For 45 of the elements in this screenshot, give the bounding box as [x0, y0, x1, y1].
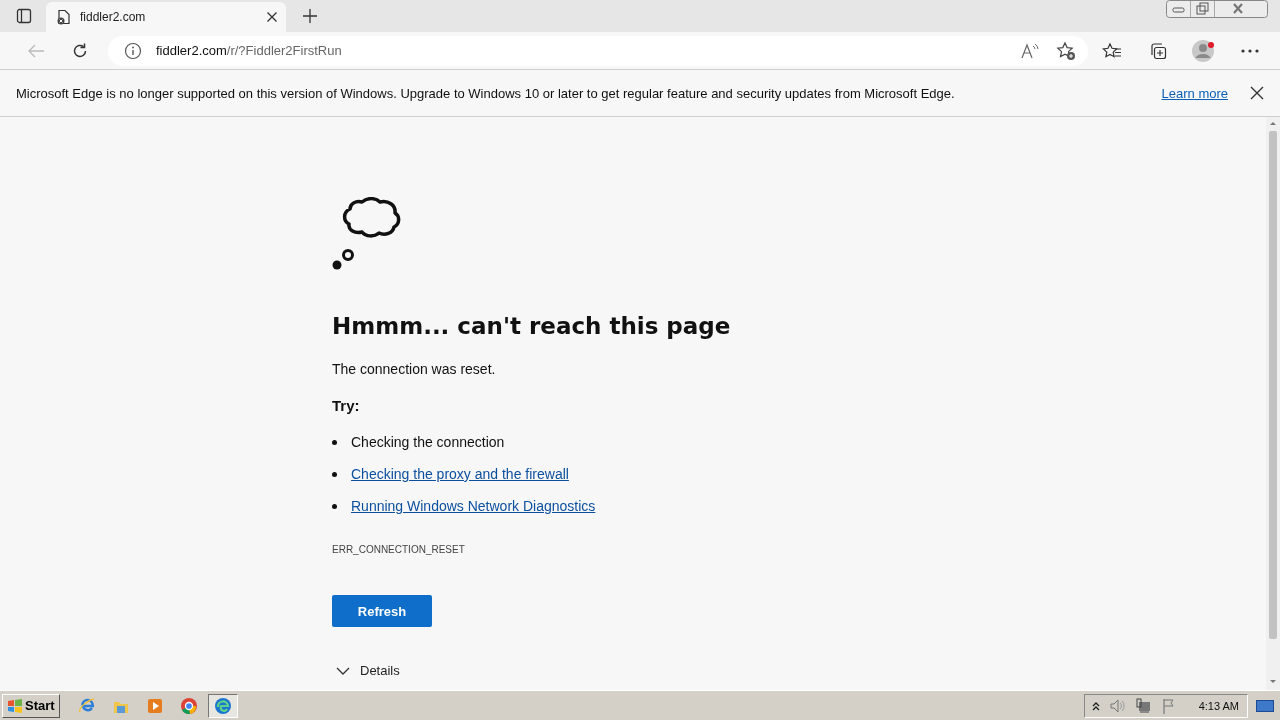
speaker-icon[interactable]	[1108, 697, 1127, 714]
chevron-icon[interactable]	[336, 666, 350, 675]
bullet-icon	[332, 471, 337, 477]
url-text: fiddler2.com/r/?Fiddler2FirstRun	[156, 43, 342, 58]
browser-e-icon	[77, 696, 96, 715]
suggestion-link[interactable]: Checking the proxy and the firewall	[351, 466, 569, 482]
browser-tab[interactable]: fiddler2.com	[46, 2, 286, 32]
new-tab-icon[interactable]	[302, 8, 318, 24]
try-label: Try:	[332, 397, 360, 414]
page-error-icon	[56, 9, 72, 25]
bullet-icon	[332, 439, 337, 445]
address-bar[interactable]: fiddler2.com/r/?Fiddler2FirstRun	[108, 35, 1088, 66]
bullet-icon	[332, 503, 337, 509]
taskbar-app[interactable]	[207, 693, 238, 718]
favorites-icon[interactable]	[1102, 41, 1122, 60]
edge-icon	[213, 696, 232, 715]
profile-avatar-icon[interactable]	[1191, 37, 1217, 64]
refresh-icon[interactable]	[71, 41, 89, 60]
scrollbar[interactable]	[1266, 117, 1280, 690]
collections-icon[interactable]	[1148, 40, 1168, 61]
network-icon[interactable]	[1134, 697, 1153, 714]
close-icon[interactable]	[266, 11, 278, 23]
error-description: The connection was reset.	[332, 361, 496, 377]
media-player-icon	[145, 696, 164, 715]
show-desktop-icon[interactable]	[1256, 699, 1274, 712]
suggestion-text: Checking the connection	[351, 434, 505, 450]
learn-more-link[interactable]: Learn more	[1161, 85, 1228, 101]
infobar-message: Microsoft Edge is no longer supported on this version of Windows. Upgrade to Windows 10 or later to get regular feature and security updates from Microsoft Edge.	[16, 85, 955, 101]
suggestion-link[interactable]: Running Windows Network Diagnostics	[351, 498, 596, 514]
info-icon[interactable]	[124, 41, 142, 60]
error-heading: Hmmm... can't reach this page	[332, 313, 731, 339]
clock-text: 4:13 AM	[1198, 699, 1239, 712]
start-button[interactable]: Start	[2, 693, 60, 718]
read-aloud-icon[interactable]	[1020, 41, 1040, 60]
more-icon[interactable]	[1240, 47, 1260, 54]
refresh-button[interactable]: Refresh	[332, 595, 432, 627]
close-icon[interactable]	[1250, 86, 1264, 100]
details-toggle[interactable]: Details	[360, 663, 400, 678]
windows-logo-icon	[7, 698, 23, 713]
tab-actions-icon[interactable]	[16, 8, 32, 24]
window-controls[interactable]	[1166, 0, 1268, 18]
chevron-up-icon[interactable]	[1090, 700, 1101, 711]
error-code: ERR_CONNECTION_RESET	[332, 544, 465, 555]
add-favorite-icon[interactable]	[1056, 40, 1076, 61]
chrome-icon	[179, 696, 198, 715]
